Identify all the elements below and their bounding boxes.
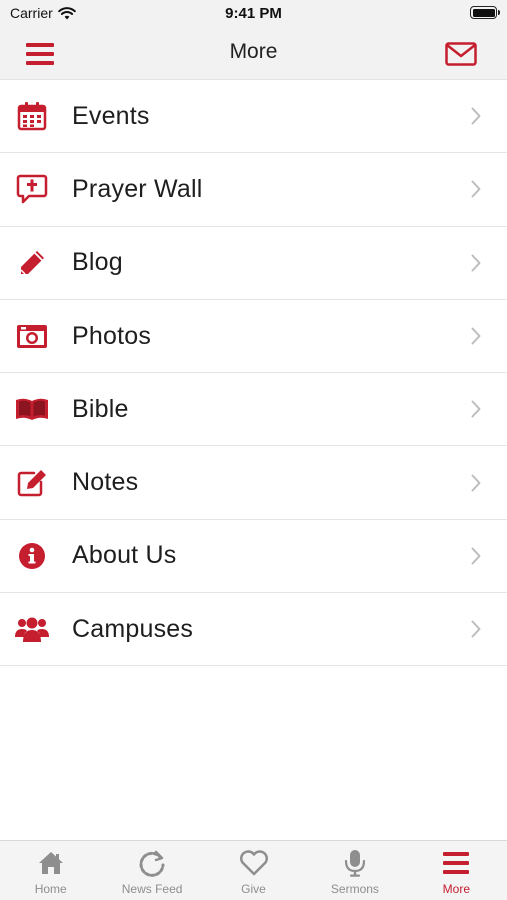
page-title: More (229, 40, 278, 63)
menu-item-label: Blog (72, 248, 123, 277)
menu-item-bible[interactable]: Bible (0, 373, 507, 447)
chevron-right-icon (471, 546, 483, 566)
more-menu-list: Events Prayer Wall Blog Photos Bible Not… (0, 80, 507, 667)
tab-label: Give (241, 882, 266, 896)
users-icon (14, 611, 50, 647)
menu-item-about-us[interactable]: About Us (0, 519, 507, 594)
tab-bar: Home News Feed Give Sermons More (0, 840, 507, 900)
status-bar: Carrier 9:41 PM (0, 0, 507, 28)
refresh-icon (137, 849, 167, 877)
microphone-icon (340, 849, 370, 877)
tab-news-feed[interactable]: News Feed (101, 841, 202, 900)
chevron-right-icon (471, 326, 483, 346)
menu-item-label: Notes (72, 468, 139, 497)
menu-item-label: Events (72, 101, 150, 130)
heart-icon (239, 849, 269, 877)
home-icon (36, 849, 66, 877)
menu-item-label: Bible (72, 394, 129, 423)
calendar-icon (14, 98, 50, 134)
chevron-right-icon (471, 399, 483, 419)
menu-item-photos[interactable]: Photos (0, 299, 507, 374)
tab-label: Sermons (330, 882, 379, 896)
chevron-right-icon (471, 179, 483, 199)
hamburger-menu-icon (441, 849, 471, 877)
chevron-right-icon (471, 473, 483, 493)
menu-item-label: Campuses (72, 614, 194, 643)
chevron-right-icon (471, 106, 483, 126)
menu-item-prayer-wall[interactable]: Prayer Wall (0, 153, 507, 227)
tab-label: Home (34, 882, 67, 896)
tab-give[interactable]: Give (203, 841, 304, 900)
camera-icon (14, 318, 50, 354)
menu-item-blog[interactable]: Blog (0, 226, 507, 300)
menu-item-label: Prayer Wall (72, 174, 203, 203)
pencil-icon (14, 245, 50, 281)
menu-item-events[interactable]: Events (0, 80, 507, 154)
battery-icon (470, 6, 500, 19)
menu-item-label: Photos (72, 321, 152, 350)
tab-label: More (442, 882, 470, 896)
info-icon (14, 538, 50, 574)
prayer-bubble-icon (14, 171, 50, 207)
menu-item-campuses[interactable]: Campuses (0, 593, 507, 667)
edit-note-icon (14, 465, 50, 501)
menu-item-label: About Us (72, 541, 177, 570)
navigation-bar: More (0, 28, 507, 80)
menu-item-notes[interactable]: Notes (0, 446, 507, 520)
tab-label: News Feed (121, 882, 183, 896)
status-time: 9:41 PM (225, 5, 282, 22)
mail-icon (445, 42, 477, 66)
tab-more[interactable]: More (406, 841, 507, 900)
tab-home[interactable]: Home (0, 841, 101, 900)
book-icon (14, 391, 50, 427)
chevron-right-icon (471, 253, 483, 273)
chevron-right-icon (471, 619, 483, 639)
tab-sermons[interactable]: Sermons (304, 841, 405, 900)
messages-button[interactable] (441, 36, 481, 72)
